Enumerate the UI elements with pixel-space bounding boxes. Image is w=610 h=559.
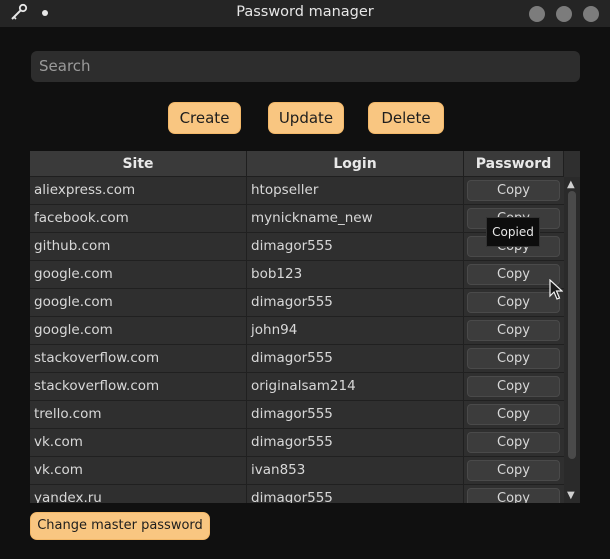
login-cell: dimagor555 bbox=[247, 429, 464, 457]
table-row[interactable]: google.com bob123 Copy bbox=[30, 261, 564, 289]
password-manager-window: Password manager Search Create Update De… bbox=[0, 0, 610, 559]
table-row[interactable]: facebook.com mynickname_new Copy bbox=[30, 205, 564, 233]
site-cell: stackoverflow.com bbox=[30, 345, 247, 373]
column-header-site[interactable]: Site bbox=[30, 151, 247, 177]
mouse-cursor-icon bbox=[549, 279, 563, 300]
close-button[interactable] bbox=[583, 6, 599, 22]
login-cell: dimagor555 bbox=[247, 485, 464, 503]
update-button[interactable]: Update bbox=[268, 102, 344, 134]
search-input[interactable]: Search bbox=[31, 51, 580, 82]
copy-password-button[interactable]: Copy bbox=[467, 180, 560, 201]
table-row[interactable]: aliexpress.com htopseller Copy bbox=[30, 177, 564, 205]
copy-password-button[interactable]: Copy bbox=[467, 404, 560, 425]
login-cell: dimagor555 bbox=[247, 401, 464, 429]
site-cell: google.com bbox=[30, 261, 247, 289]
maximize-button[interactable] bbox=[556, 6, 572, 22]
login-cell: originalsam214 bbox=[247, 373, 464, 401]
copy-password-button[interactable]: Copy bbox=[467, 348, 560, 369]
site-cell: vk.com bbox=[30, 457, 247, 485]
column-header-login[interactable]: Login bbox=[247, 151, 464, 177]
table-body: aliexpress.com htopseller Copy facebook.… bbox=[30, 177, 564, 503]
minimize-button[interactable] bbox=[529, 6, 545, 22]
table-row[interactable]: google.com john94 Copy bbox=[30, 317, 564, 345]
main-content: Search Create Update Delete Site Login P… bbox=[6, 27, 604, 553]
site-cell: aliexpress.com bbox=[30, 177, 247, 205]
table-row[interactable]: trello.com dimagor555 Copy bbox=[30, 401, 564, 429]
column-header-password[interactable]: Password bbox=[464, 151, 564, 177]
scroll-down-icon[interactable]: ▼ bbox=[567, 490, 575, 501]
change-master-password-button[interactable]: Change master password bbox=[30, 512, 210, 540]
table-header: Site Login Password bbox=[30, 151, 564, 177]
site-cell: trello.com bbox=[30, 401, 247, 429]
login-cell: dimagor555 bbox=[247, 345, 464, 373]
table-row[interactable]: vk.com ivan853 Copy bbox=[30, 457, 564, 485]
login-cell: bob123 bbox=[247, 261, 464, 289]
table-row[interactable]: github.com dimagor555 Copy bbox=[30, 233, 564, 261]
delete-button[interactable]: Delete bbox=[368, 102, 444, 134]
site-cell: github.com bbox=[30, 233, 247, 261]
window-title: Password manager bbox=[236, 4, 374, 20]
site-cell: facebook.com bbox=[30, 205, 247, 233]
table-row[interactable]: stackoverflow.com dimagor555 Copy bbox=[30, 345, 564, 373]
login-cell: john94 bbox=[247, 317, 464, 345]
copy-password-button[interactable]: Copy bbox=[467, 432, 560, 453]
login-cell: dimagor555 bbox=[247, 289, 464, 317]
copy-password-button[interactable]: Copy bbox=[467, 292, 560, 313]
copy-password-button[interactable]: Copy bbox=[467, 264, 560, 285]
site-cell: vk.com bbox=[30, 429, 247, 457]
copy-password-button[interactable]: Copy bbox=[467, 460, 560, 481]
table-row[interactable]: google.com dimagor555 Copy bbox=[30, 289, 564, 317]
vertical-scrollbar[interactable]: ▲ ▼ bbox=[564, 177, 580, 503]
copy-password-button[interactable]: Copy bbox=[467, 320, 560, 341]
scroll-up-icon[interactable]: ▲ bbox=[567, 179, 575, 190]
credentials-table: Site Login Password aliexpress.com htops… bbox=[30, 151, 580, 503]
scrollbar-thumb[interactable] bbox=[568, 191, 576, 459]
table-row[interactable]: yandex.ru dimagor555 Copy bbox=[30, 485, 564, 503]
login-cell: ivan853 bbox=[247, 457, 464, 485]
create-button[interactable]: Create bbox=[168, 102, 241, 134]
login-cell: htopseller bbox=[247, 177, 464, 205]
site-cell: yandex.ru bbox=[30, 485, 247, 503]
table-row[interactable]: vk.com dimagor555 Copy bbox=[30, 429, 564, 457]
login-cell: dimagor555 bbox=[247, 233, 464, 261]
site-cell: stackoverflow.com bbox=[30, 373, 247, 401]
site-cell: google.com bbox=[30, 317, 247, 345]
login-cell: mynickname_new bbox=[247, 205, 464, 233]
copy-password-button[interactable]: Copy bbox=[467, 488, 560, 503]
copied-tooltip: Copied bbox=[486, 217, 540, 247]
copy-password-button[interactable]: Copy bbox=[467, 376, 560, 397]
title-bar: Password manager bbox=[0, 0, 610, 27]
site-cell: google.com bbox=[30, 289, 247, 317]
table-row[interactable]: stackoverflow.com originalsam214 Copy bbox=[30, 373, 564, 401]
